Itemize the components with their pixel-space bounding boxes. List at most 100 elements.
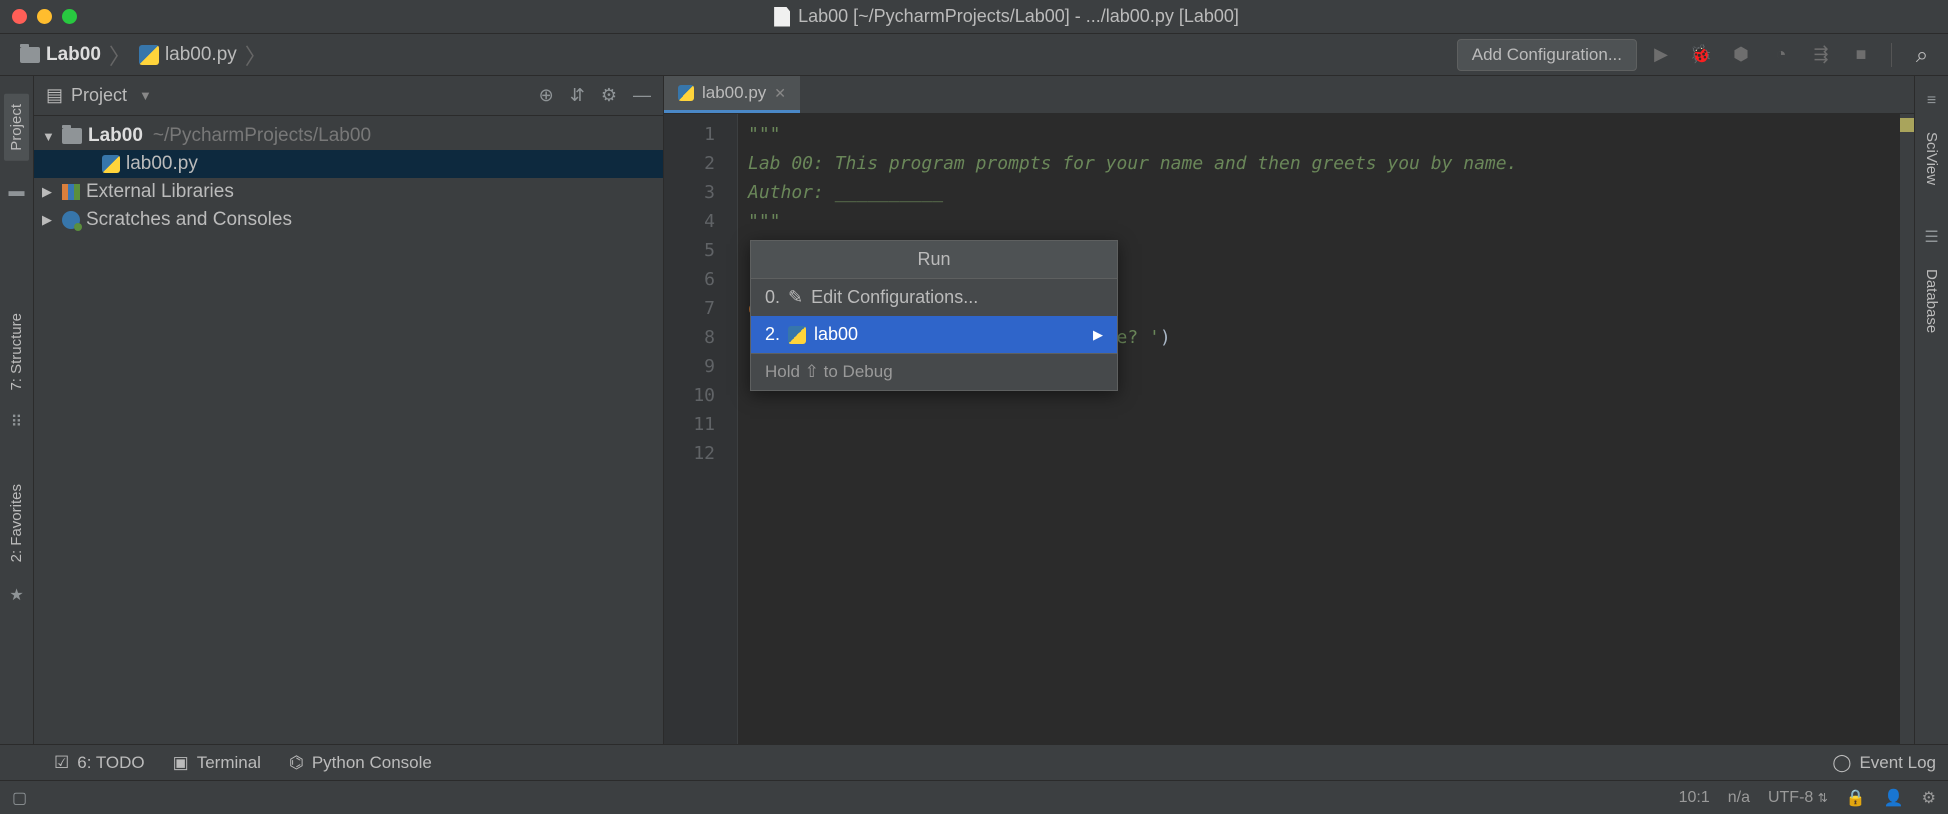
inspector-icon[interactable]: 👤 <box>1884 788 1904 808</box>
scrollbar-warning-marker[interactable] <box>1900 118 1914 132</box>
project-panel: ▤ Project ▼ ⊕ ⇵ ⚙ — Lab00 ~/PycharmProje… <box>34 76 664 744</box>
chevron-updown-icon: ⇅ <box>1818 791 1828 805</box>
status-encoding[interactable]: UTF-8 ⇅ <box>1768 789 1828 807</box>
chevron-right-icon[interactable] <box>42 212 56 228</box>
hide-panel-icon[interactable]: — <box>633 85 651 106</box>
close-window-button[interactable] <box>12 9 27 24</box>
tree-external-label: External Libraries <box>86 181 234 203</box>
popup-run-lab00[interactable]: 2. lab00 ▶ <box>751 316 1117 353</box>
database-icon: ☰ <box>1924 227 1938 247</box>
chevron-down-icon[interactable]: ▼ <box>139 88 152 103</box>
python-file-icon <box>788 326 806 344</box>
event-log-tab[interactable]: ◯ Event Log <box>1832 753 1936 773</box>
line-number: 5 <box>670 236 715 265</box>
profile-icon[interactable]: ◔ <box>1770 44 1792 66</box>
status-encoding-text: UTF-8 <box>1768 789 1813 806</box>
collapse-all-icon[interactable]: ⇵ <box>570 85 585 106</box>
minimize-window-button[interactable] <box>37 9 52 24</box>
folder-icon <box>62 128 82 144</box>
popup-item-number: 2. <box>765 324 780 345</box>
close-icon[interactable]: ✕ <box>774 85 786 102</box>
line-number: 2 <box>670 149 715 178</box>
line-number: 6 <box>670 265 715 294</box>
toolbar-divider <box>1891 43 1892 67</box>
status-gear-icon[interactable]: ⚙ <box>1922 788 1936 808</box>
editor-area: lab00.py ✕ 1 2 3 4 5 6 7 8 9 10 11 12 ""… <box>664 76 1914 744</box>
run-icon[interactable]: ▶ <box>1650 44 1672 66</box>
status-line-separator[interactable]: n/a <box>1728 789 1750 807</box>
breadcrumb-file[interactable]: lab00.py <box>165 44 237 66</box>
terminal-tab[interactable]: ▣ Terminal <box>173 753 261 773</box>
bottom-toolbar-left: ☑ 6: TODO ▣ Terminal ⌬ Python Console <box>54 753 432 773</box>
maximize-window-button[interactable] <box>62 9 77 24</box>
python-file-icon <box>102 155 120 173</box>
rail-favorites-tab[interactable]: 2: Favorites <box>8 484 25 562</box>
tree-root[interactable]: Lab00 ~/PycharmProjects/Lab00 <box>34 122 663 150</box>
window-title: Lab00 [~/PycharmProjects/Lab00] - .../la… <box>77 6 1936 27</box>
python-console-label: Python Console <box>312 753 432 773</box>
search-icon[interactable]: ⌕ <box>1911 44 1933 66</box>
run-popup: Run 0. ✎ Edit Configurations... 2. lab00… <box>750 240 1118 391</box>
statusbar-right: 10:1 n/a UTF-8 ⇅ 🔒 👤 ⚙ <box>1679 788 1936 808</box>
code-line: """ <box>748 211 781 232</box>
breadcrumb: Lab00 〉 lab00.py 〉 <box>20 39 269 71</box>
tree-root-path: ~/PycharmProjects/Lab00 <box>153 125 371 147</box>
rail-project-icon[interactable]: ▬ <box>9 183 25 201</box>
run-popup-title: Run <box>751 241 1117 279</box>
star-icon: ★ <box>9 585 23 605</box>
line-number: 8 <box>670 323 715 352</box>
python-console-tab[interactable]: ⌬ Python Console <box>289 753 432 773</box>
tree-external-libraries[interactable]: External Libraries <box>34 178 663 206</box>
sciview-icon: ≡ <box>1927 92 1936 110</box>
debug-icon[interactable]: 🐞 <box>1690 44 1712 66</box>
lock-icon[interactable]: 🔒 <box>1846 788 1866 808</box>
file-icon <box>774 7 790 27</box>
todo-tab[interactable]: ☑ 6: TODO <box>54 753 145 773</box>
editor-body[interactable]: 1 2 3 4 5 6 7 8 9 10 11 12 """ Lab 00: T… <box>664 114 1914 744</box>
rail-database-tab[interactable]: Database <box>1923 269 1940 333</box>
rail-sciview-tab[interactable]: SciView <box>1923 132 1940 185</box>
python-icon: ⌬ <box>289 753 304 773</box>
rail-project-tab[interactable]: Project <box>4 94 29 161</box>
coverage-icon[interactable]: ⬢ <box>1730 44 1752 66</box>
python-file-icon <box>678 85 694 101</box>
toolbar: Lab00 〉 lab00.py 〉 Add Configuration... … <box>0 34 1948 76</box>
project-view-icon: ▤ <box>46 85 63 106</box>
line-number: 11 <box>670 410 715 439</box>
locate-icon[interactable]: ⊕ <box>539 85 554 106</box>
popup-edit-configurations[interactable]: 0. ✎ Edit Configurations... <box>751 279 1117 316</box>
editor-tab-lab00[interactable]: lab00.py ✕ <box>664 76 800 113</box>
status-show-windows-icon[interactable]: ▢ <box>12 788 27 808</box>
project-panel-title[interactable]: ▤ Project ▼ <box>46 85 152 106</box>
toolbar-right: Add Configuration... ▶ 🐞 ⬢ ◔ ⇶ ■ ⌕ <box>1457 39 1938 71</box>
bottom-toolbar: ☑ 6: TODO ▣ Terminal ⌬ Python Console ◯ … <box>0 744 1948 780</box>
add-configuration-button[interactable]: Add Configuration... <box>1457 39 1637 71</box>
left-tool-rail: Project ▬ 7: Structure ⠿ 2: Favorites ★ <box>0 76 34 744</box>
tree-scratches[interactable]: Scratches and Consoles <box>34 206 663 234</box>
event-log-label: Event Log <box>1859 753 1936 773</box>
breadcrumb-separator: 〉 <box>109 39 131 71</box>
titlebar: Lab00 [~/PycharmProjects/Lab00] - .../la… <box>0 0 1948 34</box>
window-title-text: Lab00 [~/PycharmProjects/Lab00] - .../la… <box>798 6 1239 27</box>
stop-icon[interactable]: ■ <box>1850 44 1872 66</box>
line-number: 10 <box>670 381 715 410</box>
terminal-label: Terminal <box>197 753 261 773</box>
tree-file-lab00[interactable]: lab00.py <box>34 150 663 178</box>
breadcrumb-separator-end: 〉 <box>245 39 267 71</box>
gear-icon[interactable]: ⚙ <box>601 85 617 106</box>
chevron-down-icon[interactable] <box>42 129 56 144</box>
status-caret-position[interactable]: 10:1 <box>1679 789 1710 807</box>
chevron-right-icon[interactable] <box>42 184 56 200</box>
project-panel-actions: ⊕ ⇵ ⚙ — <box>539 85 651 106</box>
editor-tab-label: lab00.py <box>702 83 766 103</box>
rail-structure-tab[interactable]: 7: Structure <box>8 313 25 391</box>
breadcrumb-project[interactable]: Lab00 <box>46 44 101 66</box>
line-number: 7 <box>670 294 715 323</box>
tree-file-name: lab00.py <box>126 153 198 175</box>
popup-item-number: 0. <box>765 287 780 308</box>
scrollbar[interactable] <box>1900 114 1914 744</box>
structure-icon: ⠿ <box>11 412 23 432</box>
code-content[interactable]: """ Lab 00: This program prompts for you… <box>738 114 1914 744</box>
concurrency-icon[interactable]: ⇶ <box>1810 44 1832 66</box>
line-number: 9 <box>670 352 715 381</box>
